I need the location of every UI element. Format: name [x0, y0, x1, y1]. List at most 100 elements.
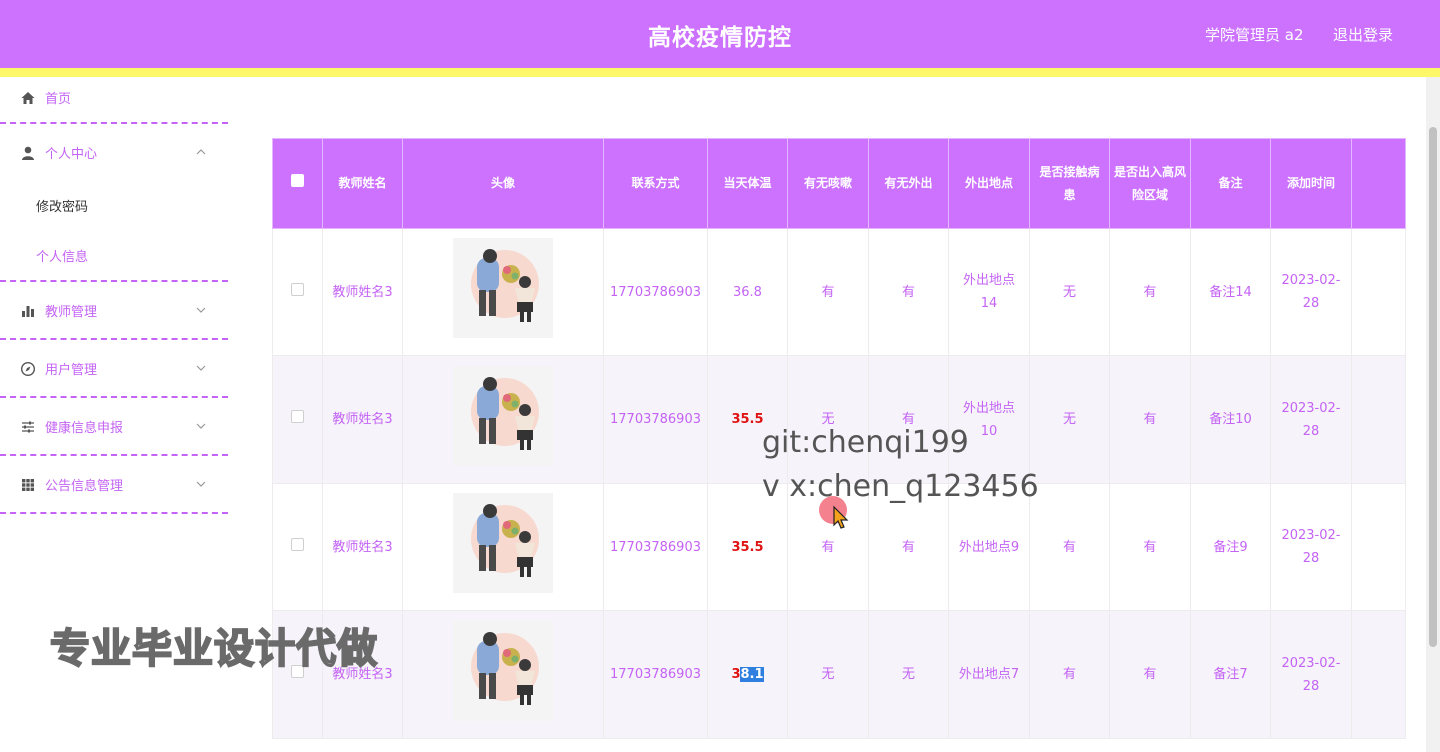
cough-cell: 无	[786, 610, 869, 739]
row-select-cell[interactable]	[272, 483, 323, 611]
column-header: 当天体温	[706, 138, 788, 229]
current-user: 学院管理员 a2	[1205, 26, 1304, 44]
user-icon	[22, 146, 34, 160]
contact-cell: 有	[1028, 610, 1110, 739]
risk-area-cell: 有	[1108, 355, 1191, 484]
place-cell: 外出地点14	[947, 228, 1030, 356]
divider	[0, 512, 228, 514]
scrollbar[interactable]	[1426, 77, 1440, 752]
select-all-cell[interactable]	[272, 138, 323, 229]
sidebar-item-home[interactable]: 首页	[0, 77, 228, 123]
chevron-down-icon	[196, 307, 206, 313]
went-out-cell: 无	[867, 610, 949, 739]
temperature-cell: 35.5	[706, 355, 788, 484]
sidebar-item-notice[interactable]: 公告信息管理	[0, 464, 228, 510]
divider	[0, 338, 228, 340]
temperature-cell: 38.1	[706, 610, 788, 739]
row-select-cell[interactable]	[272, 228, 323, 356]
avatar-cell	[402, 228, 604, 356]
row-checkbox[interactable]	[291, 410, 304, 423]
divider	[0, 280, 228, 282]
sidebar-item-health[interactable]: 健康信息申报	[0, 406, 228, 452]
place-cell: 外出地点7	[947, 610, 1030, 739]
phone-cell: 17703786903	[603, 355, 708, 484]
risk-area-cell: 有	[1108, 228, 1191, 356]
grid-icon	[22, 479, 34, 491]
actions-cell	[1350, 228, 1406, 356]
divider	[0, 122, 228, 124]
row-checkbox[interactable]	[291, 537, 304, 551]
added-time-cell: 2023-02-28	[1269, 483, 1352, 611]
sidebar-item-label: 首页	[45, 92, 72, 107]
place-cell: 外出地点10	[947, 355, 1030, 484]
logout-button[interactable]: 退出登录	[1333, 24, 1393, 45]
sidebar-item-label: 公告信息管理	[45, 479, 124, 494]
note-cell: 备注10	[1189, 355, 1271, 484]
chevron-down-icon	[196, 365, 206, 371]
select-all-checkbox[interactable]	[291, 174, 304, 187]
avatar-cell	[402, 355, 604, 484]
column-header: 有无咳嗽	[786, 138, 869, 229]
mouse-cursor-icon	[819, 496, 849, 529]
avatar-cell	[402, 610, 604, 739]
sidebar-item-label: 个人中心	[45, 147, 98, 162]
phone-cell: 17703786903	[603, 483, 708, 611]
contact-cell: 无	[1028, 228, 1110, 356]
avatar	[453, 365, 553, 466]
temperature-value: 35.5	[731, 539, 764, 555]
chevron-down-icon	[196, 481, 206, 487]
column-header: 备注	[1189, 138, 1271, 229]
chevron-down-icon	[196, 423, 206, 429]
column-header: 是否接触病患	[1028, 138, 1110, 229]
column-header: 联系方式	[603, 138, 708, 229]
went-out-cell: 有	[867, 228, 949, 356]
note-cell: 备注9	[1189, 483, 1271, 611]
header-stripe	[0, 68, 1440, 77]
avatar	[453, 493, 553, 593]
column-header: 添加时间	[1269, 138, 1352, 229]
table-row[interactable]: 教师姓名3 17703786903 35.5 无 有 外出地点10 无 有 备注…	[272, 355, 1406, 484]
teacher-name-cell: 教师姓名3	[322, 228, 403, 356]
watermark-vx: v x:chen_q123456	[762, 469, 1039, 504]
sidebar-item-personal[interactable]: 个人中心	[0, 132, 228, 178]
cough-cell: 无	[786, 355, 869, 484]
avatar	[453, 620, 553, 721]
contact-cell: 有	[1028, 483, 1110, 611]
added-time-cell: 2023-02-28	[1269, 355, 1352, 484]
table-row[interactable]: 教师姓名3 17703786903 38.1 无 无 外出地点7 有 有 备注7…	[272, 610, 1406, 739]
contact-cell: 无	[1028, 355, 1110, 484]
column-header: 有无外出	[867, 138, 949, 229]
column-header: 头像	[402, 138, 604, 229]
home-icon	[21, 92, 35, 104]
risk-area-cell: 有	[1108, 610, 1191, 739]
actions-cell	[1350, 610, 1406, 739]
sidebar-item-users[interactable]: 用户管理	[0, 348, 228, 394]
temperature-cell: 36.8	[706, 228, 788, 356]
table-row[interactable]: 教师姓名3 17703786903 36.8 有 有 外出地点14 无 有 备注…	[272, 228, 1406, 356]
avatar-cell	[402, 483, 604, 611]
column-header: 外出地点	[947, 138, 1030, 229]
divider	[0, 396, 228, 398]
risk-area-cell: 有	[1108, 483, 1191, 611]
temperature-selected-text: 8.1	[740, 667, 764, 682]
phone-cell: 17703786903	[603, 610, 708, 739]
phone-cell: 17703786903	[603, 228, 708, 356]
row-select-cell[interactable]	[272, 355, 323, 484]
actions-cell	[1350, 483, 1406, 611]
row-checkbox[interactable]	[291, 282, 304, 296]
note-cell: 备注7	[1189, 610, 1271, 739]
chevron-up-icon	[196, 149, 206, 155]
table-header-row: 教师姓名 头像 联系方式 当天体温 有无咳嗽 有无外出 外出地点 是否接触病患 …	[272, 138, 1406, 229]
sidebar-item-teacher[interactable]: 教师管理	[0, 290, 228, 336]
bar-chart-icon	[22, 306, 34, 317]
sidebar-subitem-profile[interactable]: 个人信息	[36, 246, 88, 265]
sidebar-subitem-change-password[interactable]: 修改密码	[36, 196, 88, 215]
column-header: 教师姓名	[322, 138, 403, 229]
compass-icon	[20, 361, 36, 377]
teacher-name-cell: 教师姓名3	[322, 355, 403, 484]
divider	[0, 454, 228, 456]
watermark-banner: 专业毕业设计代做	[49, 625, 378, 673]
scrollbar-thumb[interactable]	[1429, 127, 1437, 647]
sidebar-item-label: 健康信息申报	[45, 421, 124, 436]
note-cell: 备注14	[1189, 228, 1271, 356]
